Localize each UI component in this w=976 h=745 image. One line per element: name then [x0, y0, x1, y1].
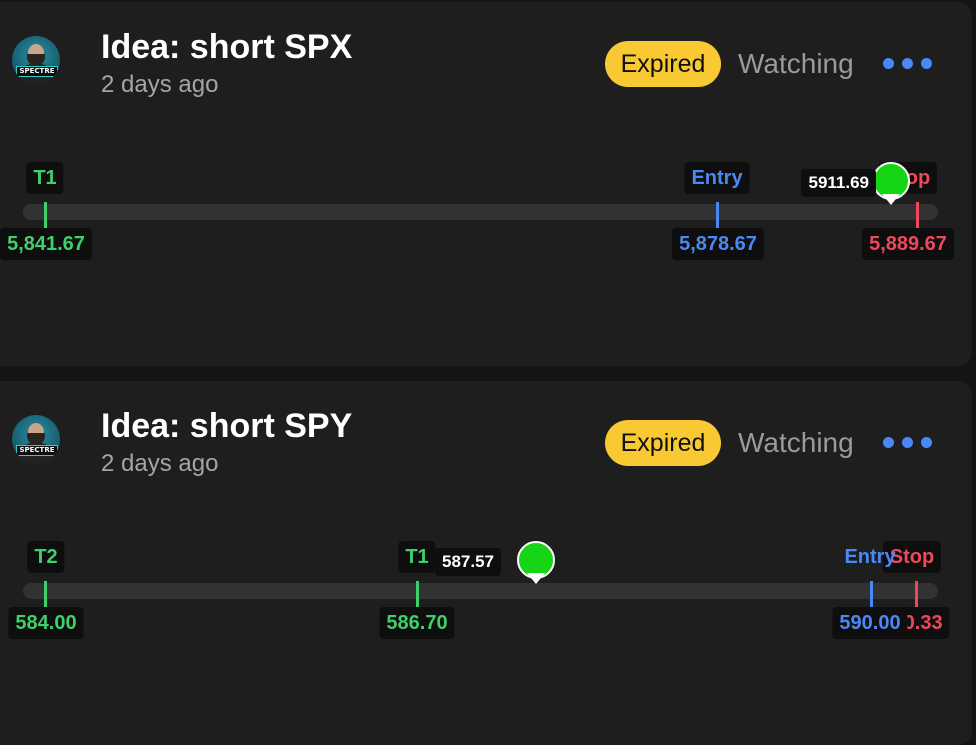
more-dot: [883, 58, 894, 69]
price-range-track: [23, 583, 938, 599]
target-value-t2: 584.00: [8, 607, 84, 639]
author-avatar[interactable]: SPECTRE: [12, 415, 60, 463]
more-dot: [902, 58, 913, 69]
entry-value: 590.00: [832, 607, 908, 639]
current-price-pointer: [882, 194, 900, 205]
more-dot: [921, 58, 932, 69]
entry-value: 5,878.67: [672, 228, 764, 260]
entry-label: Entry: [684, 162, 750, 194]
current-price-value: 587.57: [435, 548, 501, 576]
current-price-value: 5911.69: [801, 169, 876, 197]
idea-title: Idea: short SPY: [101, 407, 353, 445]
more-dot: [921, 437, 932, 448]
idea-timestamp: 2 days ago: [101, 71, 219, 98]
idea-card-spy[interactable]: SPECTRE Idea: short SPY 2 days ago Expir…: [0, 381, 972, 745]
idea-title: Idea: short SPX: [101, 28, 353, 66]
target-label-t1: T1: [26, 162, 64, 194]
avatar-brand-text: SPECTRE: [16, 66, 58, 77]
status-badge: Expired: [605, 41, 721, 87]
target-value-t1: 5,841.67: [0, 228, 92, 260]
target-label-t1: T1: [398, 541, 436, 573]
current-price-pointer: [527, 573, 545, 584]
entry-label: Entry: [844, 546, 896, 568]
more-options-icon[interactable]: [883, 54, 933, 74]
status-badge: Expired: [605, 420, 721, 466]
idea-card-spx[interactable]: SPECTRE Idea: short SPX 2 days ago Expir…: [0, 2, 972, 366]
watching-toggle[interactable]: Watching: [738, 48, 854, 80]
stop-value: 5,889.67: [862, 228, 954, 260]
more-dot: [883, 437, 894, 448]
avatar-brand-text: SPECTRE: [16, 445, 58, 456]
watching-toggle[interactable]: Watching: [738, 427, 854, 459]
more-options-icon[interactable]: [883, 433, 933, 453]
target-label-t2: T2: [27, 541, 65, 573]
price-range-track: [23, 204, 938, 220]
author-avatar[interactable]: SPECTRE: [12, 36, 60, 84]
more-dot: [902, 437, 913, 448]
target-value-t1: 586.70: [379, 607, 455, 639]
idea-timestamp: 2 days ago: [101, 450, 219, 477]
